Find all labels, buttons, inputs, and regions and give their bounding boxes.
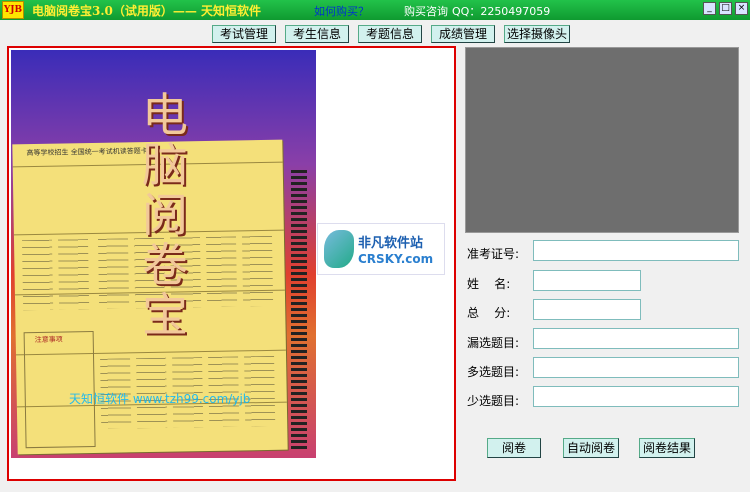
consult-label: 购买咨询 (404, 5, 448, 18)
crsky-logo-icon (324, 230, 354, 268)
watermark-text: 天知恒软件 www.tzh99.com/yjb (69, 392, 251, 406)
question-info-button[interactable]: 考题信息 (358, 25, 422, 43)
buy-link[interactable]: 如何购买？ (314, 3, 369, 19)
name-label: 姓 名: (467, 277, 511, 291)
missed-questions-field[interactable] (533, 328, 739, 349)
minimize-button[interactable]: _ (703, 2, 716, 15)
title-bar: YJB 电脑阅卷宝3.0（试用版）—— 天知恒软件 如何购买？ 购买咨询 QQ：… (0, 0, 750, 20)
answer-block (97, 238, 130, 309)
maximize-button[interactable]: □ (719, 2, 732, 15)
notice-title: 注意事项 (34, 335, 63, 345)
qq-number: QQ：2250497059 (452, 5, 551, 18)
missed-questions-label: 漏选题目: (467, 336, 520, 350)
exam-management-button[interactable]: 考试管理 (212, 25, 276, 43)
total-score-label: 总 分: (467, 306, 511, 320)
answer-block (57, 239, 90, 310)
sheet-title: 电脑阅卷宝 (142, 88, 188, 342)
answer-sheet-panel: 高等学校招生 全国统一考试机读答题卡 注意事项 电脑阅卷宝 天知恒软件 www. (7, 46, 456, 481)
total-score-field[interactable] (533, 299, 641, 320)
answer-block (241, 235, 274, 307)
score-management-button[interactable]: 成绩管理 (431, 25, 495, 43)
app-title: 电脑阅卷宝3.0（试用版）—— 天知恒软件 (32, 4, 262, 18)
crsky-domain: CRSKY.com (358, 252, 434, 266)
card-header: 高等学校招生 全国统一考试机读答题卡 (26, 147, 148, 158)
answer-block (205, 236, 238, 308)
crsky-badge: 非凡软件站 CRSKY.com (317, 223, 445, 275)
app-logo: YJB (2, 1, 24, 19)
less-selection-field[interactable] (533, 386, 739, 407)
exam-id-field[interactable] (533, 240, 739, 261)
extra-selection-label: 多选题目: (467, 365, 520, 379)
exam-id-label: 准考证号: (467, 247, 520, 261)
student-info-button[interactable]: 考生信息 (285, 25, 349, 43)
answer-sheet-image: 高等学校招生 全国统一考试机读答题卡 注意事项 电脑阅卷宝 天知恒软件 www. (11, 50, 316, 458)
select-camera-button[interactable]: 选择摄像头 (504, 25, 570, 43)
grade-result-button[interactable]: 阅卷结果 (639, 438, 695, 458)
name-field[interactable] (533, 270, 641, 291)
close-button[interactable]: × (735, 2, 748, 15)
extra-selection-field[interactable] (533, 357, 739, 378)
timing-marks (291, 170, 307, 450)
answer-block (21, 239, 54, 311)
auto-grade-button[interactable]: 自动阅卷 (563, 438, 619, 458)
crsky-name: 非凡软件站 (358, 236, 424, 251)
less-selection-label: 少选题目: (467, 394, 520, 408)
grade-button[interactable]: 阅卷 (487, 438, 541, 458)
camera-preview (465, 47, 739, 233)
toolbar: 考试管理 考生信息 考题信息 成绩管理 选择摄像头 (0, 20, 750, 46)
